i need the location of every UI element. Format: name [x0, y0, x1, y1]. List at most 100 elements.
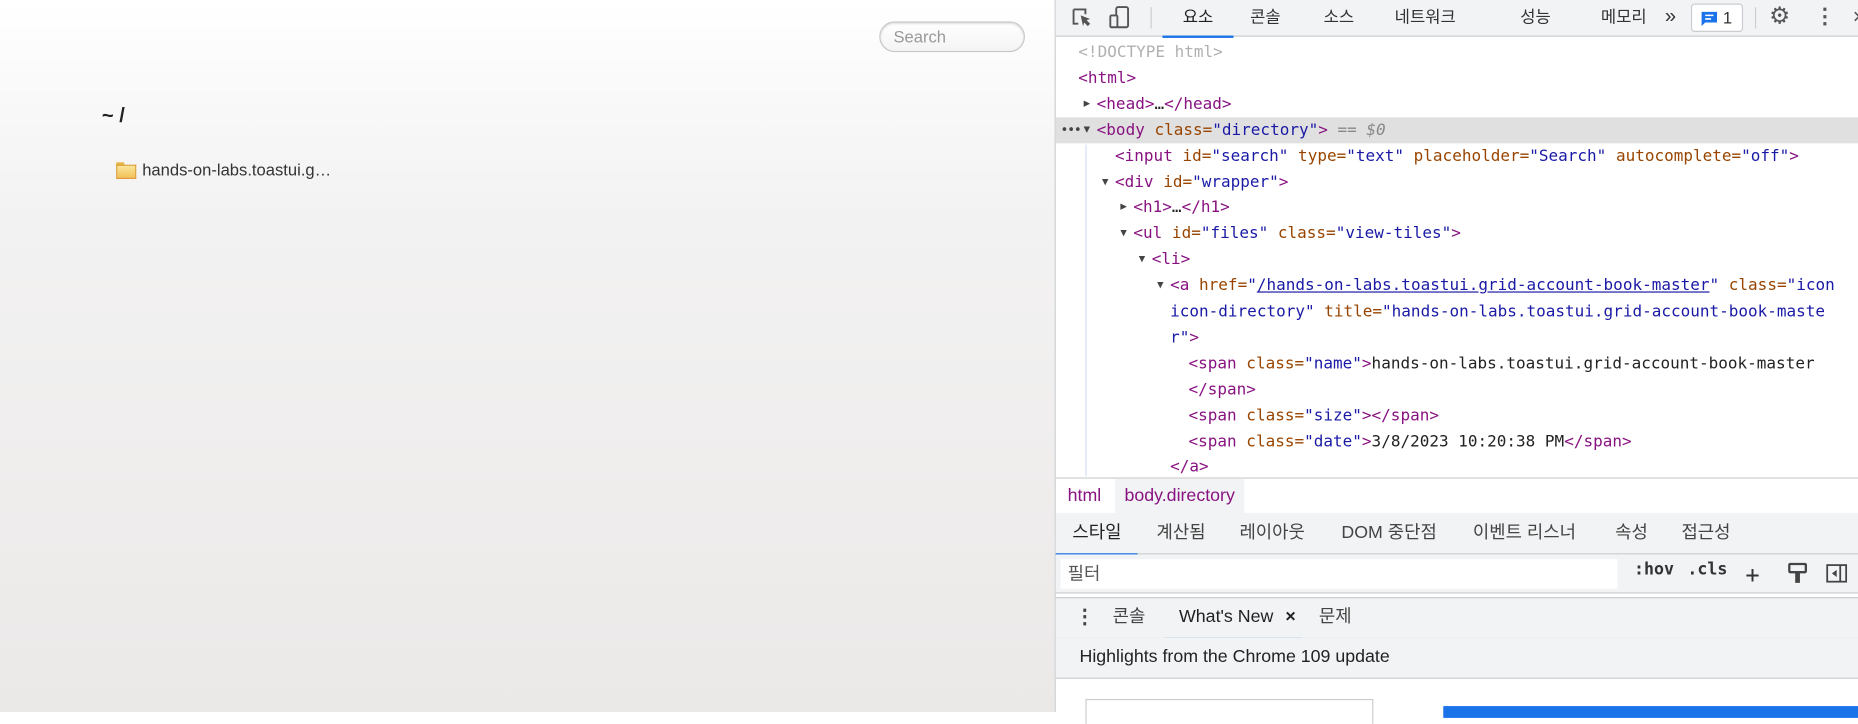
- token-tag: </a>: [1170, 457, 1209, 477]
- dom-node-line[interactable]: </span>: [1056, 376, 1858, 402]
- close-tab-icon[interactable]: ×: [1285, 607, 1295, 627]
- toggle-sidebar-icon[interactable]: [1826, 560, 1848, 586]
- expanded-triangle-icon[interactable]: ▼: [1139, 247, 1145, 273]
- tab-network[interactable]: 네트워크: [1395, 0, 1456, 36]
- dom-node-line[interactable]: ▶ <head>…</head>: [1056, 91, 1858, 117]
- node-markup: <input id="search" type="text" placehold…: [1115, 143, 1799, 169]
- styles-filter-input[interactable]: [1060, 559, 1618, 589]
- file-name[interactable]: hands-on-labs.toastui.g…: [142, 160, 331, 179]
- token-tag: <html>: [1078, 68, 1137, 88]
- dom-node-line[interactable]: r">: [1056, 324, 1858, 350]
- tab-event-listeners[interactable]: 이벤트 리스너: [1473, 513, 1576, 553]
- paint-roller-icon[interactable]: [1788, 560, 1808, 586]
- dom-node-line[interactable]: <input id="search" type="text" placehold…: [1056, 143, 1858, 169]
- device-toolbar-icon[interactable]: [1109, 0, 1130, 36]
- breadcrumb-body[interactable]: body.directory: [1115, 478, 1245, 513]
- tab-memory[interactable]: 메모리: [1601, 0, 1647, 36]
- token-val: "name": [1304, 353, 1362, 373]
- tab-console[interactable]: 콘솔: [1250, 0, 1281, 36]
- dom-node-line[interactable]: ▼ <div id="wrapper">: [1056, 169, 1858, 195]
- dom-node-line[interactable]: icon-directory" title="hands-on-labs.toa…: [1056, 299, 1858, 325]
- expanded-triangle-icon[interactable]: ▼: [1084, 117, 1090, 143]
- token-eq: == $0: [1327, 120, 1386, 140]
- dom-node-line[interactable]: ▼ <a href= "/hands-on-labs.toastui.grid-ac…: [1056, 273, 1858, 299]
- tab-elements[interactable]: 요소: [1162, 0, 1234, 38]
- token-val: ": [1709, 276, 1720, 296]
- tab-styles[interactable]: 스타일: [1055, 513, 1139, 556]
- search-input[interactable]: [879, 21, 1025, 53]
- collapsed-triangle-icon[interactable]: ▶: [1084, 91, 1090, 117]
- close-devtools-icon[interactable]: ✕: [1852, 0, 1858, 36]
- node-markup: <li>: [1152, 247, 1191, 273]
- dom-node-line[interactable]: <span class="size"></span>: [1056, 402, 1858, 428]
- toolbar-divider: [1150, 7, 1152, 29]
- expanded-triangle-icon[interactable]: ▼: [1157, 273, 1163, 299]
- token-tag: >: [1451, 224, 1461, 244]
- hover-state-button[interactable]: :hov: [1634, 560, 1674, 586]
- node-actions-icon[interactable]: •••: [1061, 117, 1082, 143]
- dom-node-line[interactable]: </a>: [1056, 454, 1858, 477]
- kebab-menu-icon[interactable]: ⋮: [1814, 0, 1835, 36]
- token-val: "date": [1304, 431, 1362, 451]
- token-tag: ></span>: [1361, 405, 1439, 425]
- tab-computed[interactable]: 계산됨: [1157, 513, 1206, 553]
- inspect-element-icon[interactable]: [1071, 0, 1092, 36]
- tab-properties[interactable]: 속성: [1615, 513, 1648, 553]
- expanded-triangle-icon[interactable]: ▼: [1120, 221, 1126, 247]
- token-attr: id=: [1182, 146, 1212, 166]
- tab-accessibility[interactable]: 접근성: [1681, 513, 1730, 553]
- class-toggle-button[interactable]: .cls: [1687, 560, 1727, 586]
- tab-dom-breakpoints[interactable]: DOM 중단점: [1341, 513, 1436, 553]
- node-markup: <a href= "/hands-on-labs.toastui.grid-acc…: [1170, 273, 1835, 299]
- token-tag: <ul: [1133, 224, 1172, 244]
- drawer-tab-whats-new[interactable]: What's New ×: [1164, 598, 1303, 640]
- dom-node-line[interactable]: <!DOCTYPE html>: [1056, 39, 1858, 65]
- token-doc: <!DOCTYPE html>: [1078, 42, 1223, 62]
- settings-gear-icon[interactable]: ⚙: [1769, 0, 1790, 36]
- elements-tree[interactable]: <!DOCTYPE html> <html> ▶ <head>…</head> ••• ▼…: [1055, 39, 1858, 477]
- token-tag: <head>: [1096, 94, 1155, 114]
- dom-node-line[interactable]: <html>: [1056, 65, 1858, 91]
- devtools-toolbar: 요소 콘솔 소스 네트워크 성능 메모리 » 1 ⚙ ⋮ ✕: [1055, 0, 1858, 38]
- dom-node-line[interactable]: ▶ <h1>…</h1>: [1056, 195, 1858, 221]
- issues-badge[interactable]: 1: [1690, 3, 1744, 32]
- token-attr: class=: [1719, 276, 1787, 296]
- token-text: hands-on-labs.toastui.grid-account-book-…: [1371, 353, 1815, 373]
- collapsed-triangle-icon[interactable]: ▶: [1120, 195, 1126, 221]
- dom-node-line[interactable]: <span class="date">3/8/2023 10:20:38 PM<…: [1056, 428, 1858, 454]
- token-attr: id=: [1171, 224, 1201, 244]
- expanded-triangle-icon[interactable]: ▼: [1102, 169, 1108, 195]
- token-tag: <div: [1115, 172, 1164, 192]
- dom-node-line[interactable]: <span class="name">hands-on-labs.toastui…: [1056, 350, 1858, 376]
- file-item[interactable]: hands-on-labs.toastui.g…: [116, 160, 331, 179]
- tab-performance[interactable]: 성능: [1520, 0, 1551, 36]
- token-tag: <h1>: [1133, 198, 1172, 218]
- token-tag: <body: [1096, 120, 1155, 140]
- token-attr: href=: [1199, 276, 1248, 296]
- drawer-tabbar: ⋮ 콘솔 What's New × 문제: [1055, 597, 1858, 640]
- token-val: "search": [1211, 146, 1289, 166]
- breadcrumb-html[interactable]: html: [1058, 479, 1111, 513]
- node-markup: <span class="size"></span>: [1189, 402, 1439, 428]
- token-link[interactable]: /hands-on-labs.toastui.grid-account-book…: [1257, 276, 1710, 295]
- token-tag: <span: [1188, 353, 1247, 373]
- new-style-rule-button[interactable]: +: [1745, 560, 1759, 588]
- dom-node-line[interactable]: ▼ <li>: [1056, 247, 1858, 273]
- token-tag: </span>: [1188, 379, 1256, 399]
- token-tag: >: [1278, 172, 1289, 192]
- token-tag: <a: [1170, 276, 1200, 296]
- drawer-menu-icon[interactable]: ⋮: [1075, 598, 1095, 637]
- node-markup: </span>: [1189, 376, 1256, 402]
- drawer-tab-console[interactable]: 콘솔: [1113, 598, 1146, 637]
- tab-sources[interactable]: 소스: [1324, 0, 1355, 36]
- token-attr: class=: [1268, 224, 1336, 244]
- dom-node-line[interactable]: ••• ▼ <body class="directory"> == $0: [1055, 116, 1858, 143]
- node-markup: <span class="date">3/8/2023 10:20:38 PM<…: [1189, 428, 1632, 454]
- node-markup: <div id="wrapper">: [1115, 169, 1288, 195]
- screen: ~ / hands-on-labs.toastui.g… 요소 콘솔 소스 네트…: [0, 0, 1858, 724]
- page-title: ~ /: [101, 104, 125, 127]
- tab-layout[interactable]: 레이아웃: [1239, 513, 1304, 553]
- drawer-tab-issues[interactable]: 문제: [1319, 598, 1352, 637]
- more-tabs-button[interactable]: »: [1665, 0, 1676, 36]
- dom-node-line[interactable]: ▼ <ul id="files" class="view-tiles">: [1056, 221, 1858, 247]
